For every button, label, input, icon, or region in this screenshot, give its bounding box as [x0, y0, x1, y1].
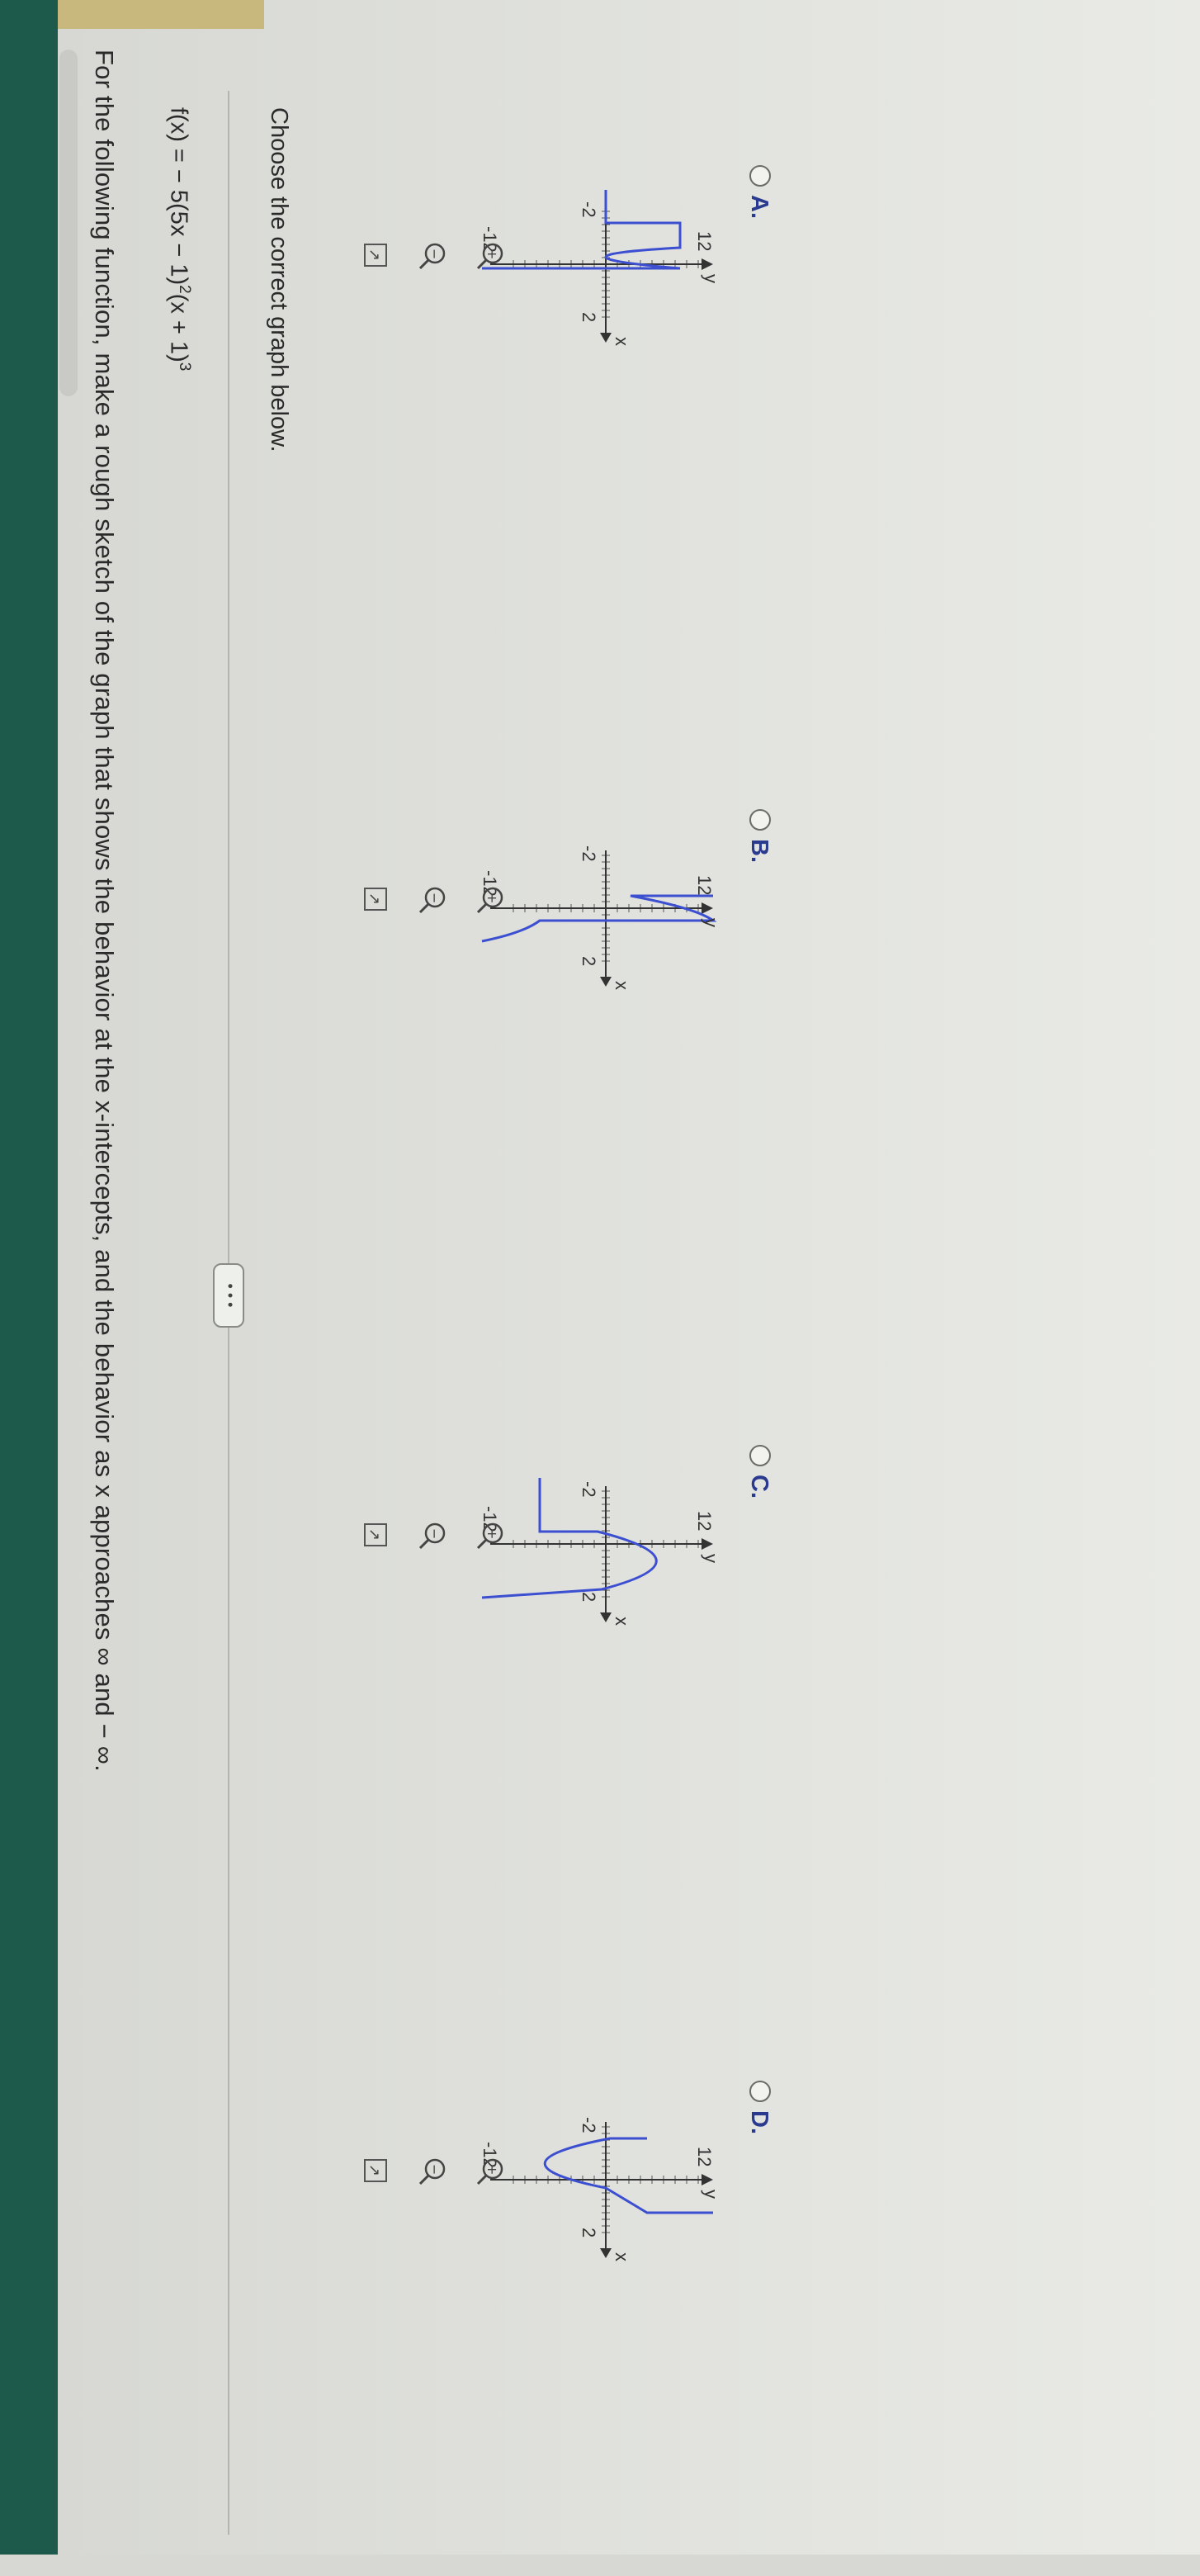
graph[interactable]: 12-12-22xy: [449, 1453, 730, 1701]
option-radio[interactable]: [749, 165, 771, 187]
y-arrow: [702, 258, 713, 270]
graph[interactable]: 12-12-22xy: [449, 173, 730, 421]
x-min-label: -2: [579, 1481, 599, 1498]
svg-text:+: +: [484, 249, 500, 259]
popout-icon[interactable]: ↗: [358, 2155, 391, 2188]
x-min-label: -2: [579, 2117, 599, 2133]
popout-icon[interactable]: ↗: [358, 883, 391, 916]
y-axis-label: y: [701, 1554, 721, 1563]
graph[interactable]: 12-12-22xy: [449, 2089, 730, 2337]
function-curve: [481, 894, 717, 943]
y-max-label: 12: [694, 875, 715, 895]
x-max-label: 2: [579, 1592, 599, 1602]
y-arrow: [702, 902, 713, 914]
x-axis-label: x: [612, 1617, 632, 1626]
x-arrow: [600, 1612, 612, 1622]
option-label: A.: [746, 195, 772, 219]
y-max-label: 12: [694, 1511, 715, 1531]
x-arrow: [600, 977, 612, 987]
zoom-in-icon[interactable]: +: [474, 2155, 507, 2188]
option-d[interactable]: D. 12 -12 -2 2 x y + − ↗: [364, 2081, 772, 2576]
y-axis-label: y: [701, 274, 721, 283]
instruction-text: Choose the correct graph below.: [266, 107, 292, 452]
svg-text:−: −: [427, 2164, 442, 2175]
x-arrow: [600, 2248, 612, 2258]
graph[interactable]: 12-12-22xy: [449, 817, 730, 1065]
option-b[interactable]: B. 12 -12 -2 2 x y + − ↗: [364, 809, 772, 1305]
option-c[interactable]: C. 12 -12 -2 2 x y + − ↗: [364, 1445, 772, 1940]
svg-text:↗: ↗: [366, 249, 383, 261]
svg-text:−: −: [427, 249, 442, 259]
option-label: D.: [746, 2110, 772, 2134]
svg-text:−: −: [427, 1528, 442, 1539]
zoom-in-icon[interactable]: +: [474, 239, 507, 272]
x-min-label: -2: [579, 845, 599, 862]
popout-icon[interactable]: ↗: [358, 239, 391, 272]
x-arrow: [600, 333, 612, 343]
option-radio[interactable]: [749, 2081, 771, 2102]
zoom-out-icon[interactable]: −: [416, 883, 449, 916]
zoom-in-icon[interactable]: +: [474, 1519, 507, 1552]
zoom-out-icon[interactable]: −: [416, 239, 449, 272]
zoom-out-icon[interactable]: −: [416, 2155, 449, 2188]
svg-text:↗: ↗: [366, 1528, 383, 1541]
y-arrow: [702, 2174, 713, 2185]
x-axis-label: x: [612, 981, 632, 990]
x-min-label: -2: [579, 201, 599, 218]
svg-text:↗: ↗: [366, 2164, 383, 2176]
function-curve: [481, 1478, 658, 1599]
x-max-label: 2: [579, 312, 599, 322]
option-label: B.: [746, 839, 772, 863]
x-max-label: 2: [579, 956, 599, 966]
more-button[interactable]: • • •: [213, 1263, 244, 1328]
y-arrow: [702, 1538, 713, 1550]
y-axis-label: y: [701, 918, 721, 927]
option-radio[interactable]: [749, 809, 771, 831]
svg-text:+: +: [484, 893, 500, 903]
option-label: C.: [746, 1475, 772, 1499]
x-max-label: 2: [579, 2228, 599, 2237]
svg-text:−: −: [427, 893, 442, 903]
y-max-label: 12: [694, 231, 715, 251]
y-axis-label: y: [701, 2190, 721, 2199]
svg-text:↗: ↗: [366, 893, 383, 905]
y-max-label: 12: [694, 2147, 715, 2166]
zoom-in-icon[interactable]: +: [474, 883, 507, 916]
x-axis-label: x: [612, 337, 632, 346]
option-a[interactable]: A. 12 -12 -2 2 x y + − ↗: [364, 165, 772, 661]
question-text: For the following function, make a rough…: [90, 50, 119, 1772]
x-axis-label: x: [612, 2252, 632, 2261]
option-radio[interactable]: [749, 1445, 771, 1466]
svg-text:+: +: [484, 1528, 500, 1539]
scrollbar-thumb[interactable]: [59, 50, 78, 396]
popout-icon[interactable]: ↗: [358, 1519, 391, 1552]
desk-strip: [58, 0, 264, 29]
screen: For the following function, make a rough…: [0, 0, 1200, 2555]
svg-text:+: +: [484, 2164, 500, 2175]
zoom-out-icon[interactable]: −: [416, 1519, 449, 1552]
function-expression: f(x) = − 5(5x − 1)2(x + 1)3: [165, 107, 193, 372]
monitor-bezel: [0, 0, 58, 2555]
